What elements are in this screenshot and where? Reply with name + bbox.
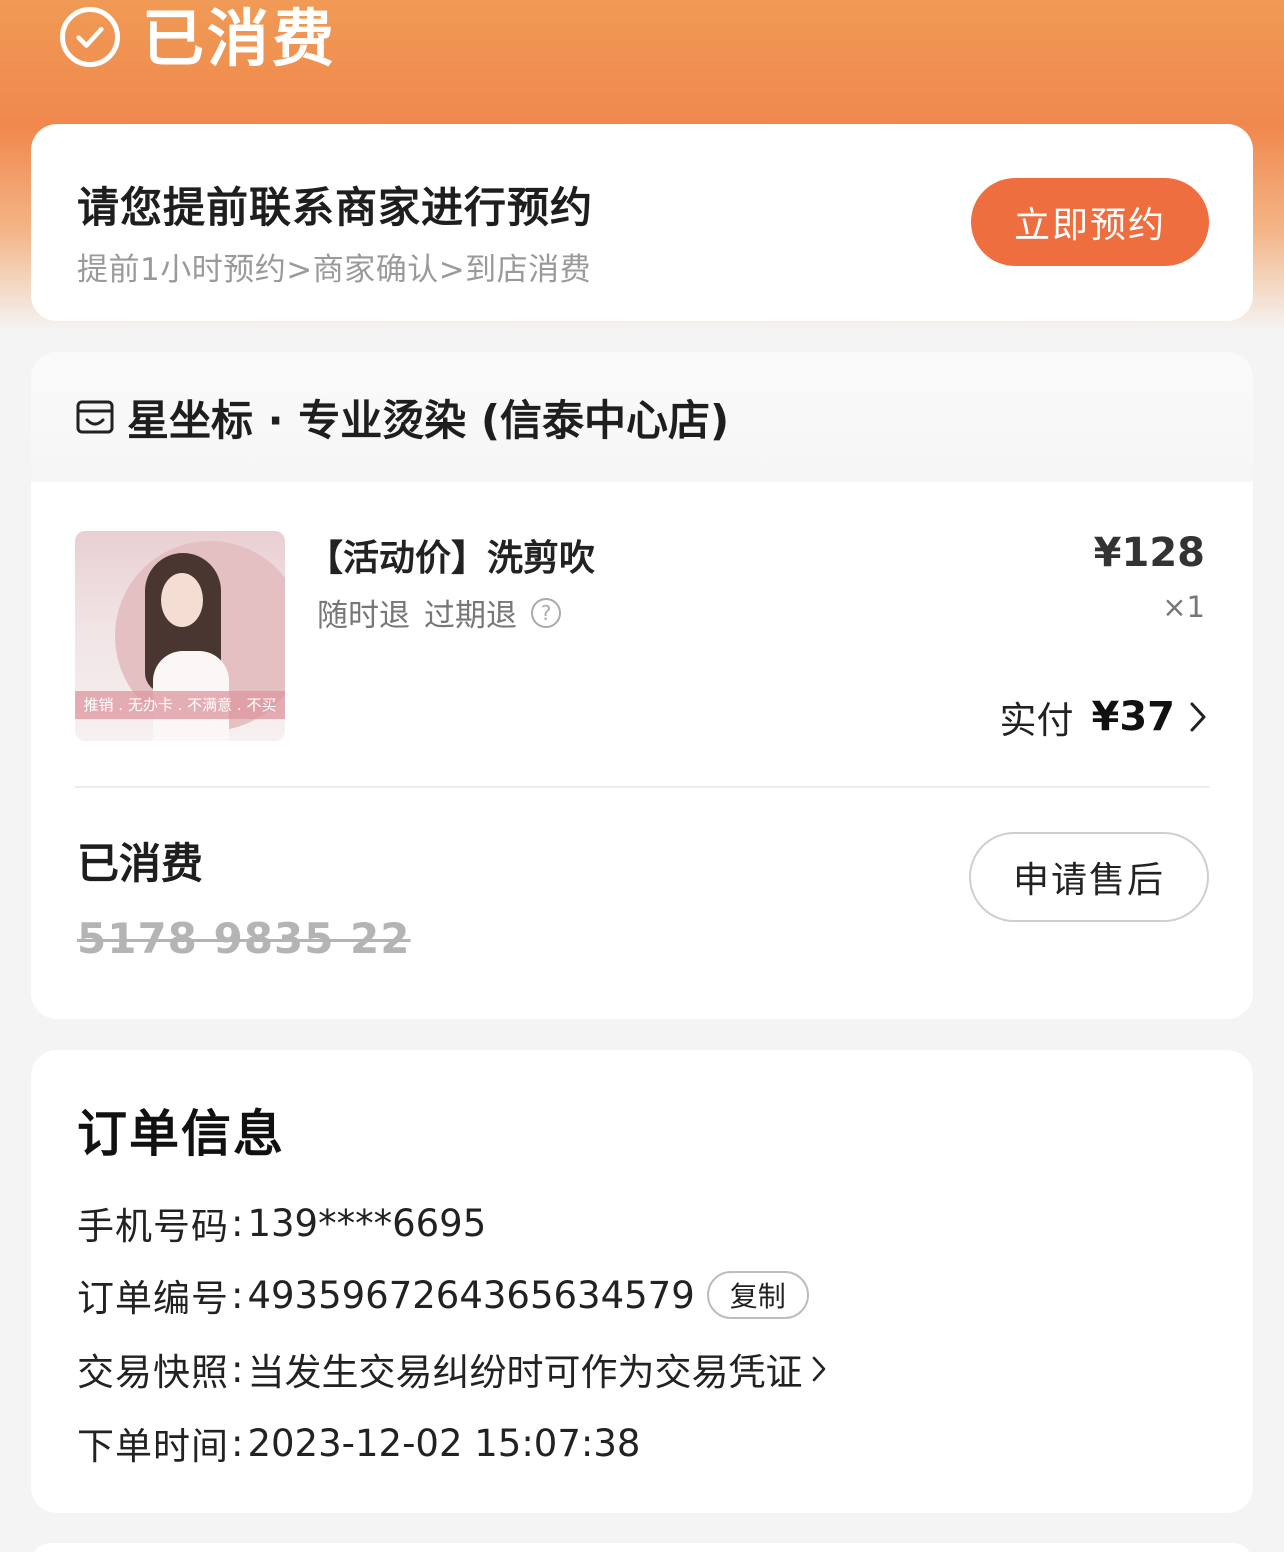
paid-amount: ¥37 (1091, 694, 1176, 740)
tag-refund-expired: 过期退 (424, 598, 517, 634)
booking-steps: 提前1小时预约>商家确认>到店消费 (77, 252, 592, 288)
product-thumbnail[interactable]: 推销 . 无办卡 . 不满意 . 不买 (75, 531, 285, 741)
divider (75, 786, 1209, 788)
original-price: ¥128 (1093, 530, 1205, 576)
shop-header[interactable]: 星坐标 · 专业烫染 (信泰中心店) (31, 352, 1253, 482)
info-row-order-number: 订单编号: 4935967264365634579 复制 (77, 1268, 809, 1322)
booking-card: 请您提前联系商家进行预约 提前1小时预约>商家确认>到店消费 立即预约 (31, 124, 1253, 321)
chevron-right-icon (813, 1356, 826, 1382)
snapshot-label: 交易快照 (77, 1351, 229, 1394)
check-circle-icon (60, 7, 120, 67)
voucher-status: 已消费 (77, 839, 204, 888)
shop-name: 星坐标 · 专业烫染 (信泰中心店) (127, 395, 730, 445)
paid-amount-row[interactable]: 实付 ¥37 (1000, 690, 1210, 744)
info-row-snapshot[interactable]: 交易快照: 当发生交易纠纷时可作为交易凭证 (77, 1342, 828, 1396)
status-header: 已消费 (60, 0, 337, 80)
order-number-label: 订单编号 (77, 1277, 229, 1320)
copy-button[interactable]: 复制 (706, 1271, 809, 1319)
order-number-value: 4935967264365634579 (247, 1273, 695, 1317)
question-circle-icon[interactable]: ? (531, 597, 561, 628)
product-title[interactable]: 【活动价】洗剪吹 (307, 529, 595, 581)
order-time-label: 下单时间 (77, 1425, 229, 1468)
info-row-order-time: 下单时间: 2023-12-02 15:07:38 (77, 1416, 640, 1470)
next-card (31, 1543, 1253, 1552)
info-row-phone: 手机号码: 139****6695 (77, 1196, 486, 1250)
status-title: 已消费 (142, 2, 338, 75)
order-info-title: 订单信息 (77, 1105, 285, 1163)
order-info-card: 订单信息 手机号码: 139****6695 订单编号: 49359672643… (31, 1050, 1253, 1513)
quantity: ×1 (1162, 590, 1205, 624)
apply-aftersale-button[interactable]: 申请售后 (969, 832, 1209, 922)
book-now-button[interactable]: 立即预约 (971, 178, 1209, 266)
chevron-right-icon (1190, 702, 1206, 732)
phone-value: 139****6695 (247, 1201, 487, 1245)
snapshot-value: 当发生交易纠纷时可作为交易凭证 (247, 1351, 803, 1394)
voucher-code: 5178 9835 22 (77, 914, 411, 963)
phone-label: 手机号码 (77, 1205, 229, 1248)
order-time-value: 2023-12-02 15:07:38 (247, 1421, 641, 1465)
store-icon (76, 400, 114, 434)
paid-label: 实付 (999, 699, 1074, 742)
order-item-card: 星坐标 · 专业烫染 (信泰中心店) 推销 . 无办卡 . 不满意 . 不买 【… (31, 352, 1253, 1019)
thumbnail-banner-text: 推销 . 无办卡 . 不满意 . 不买 (83, 696, 277, 714)
refund-tags: 随时退 过期退 ? (317, 590, 561, 635)
tag-refund-anytime: 随时退 (317, 598, 410, 634)
booking-headline: 请您提前联系商家进行预约 (77, 183, 594, 232)
